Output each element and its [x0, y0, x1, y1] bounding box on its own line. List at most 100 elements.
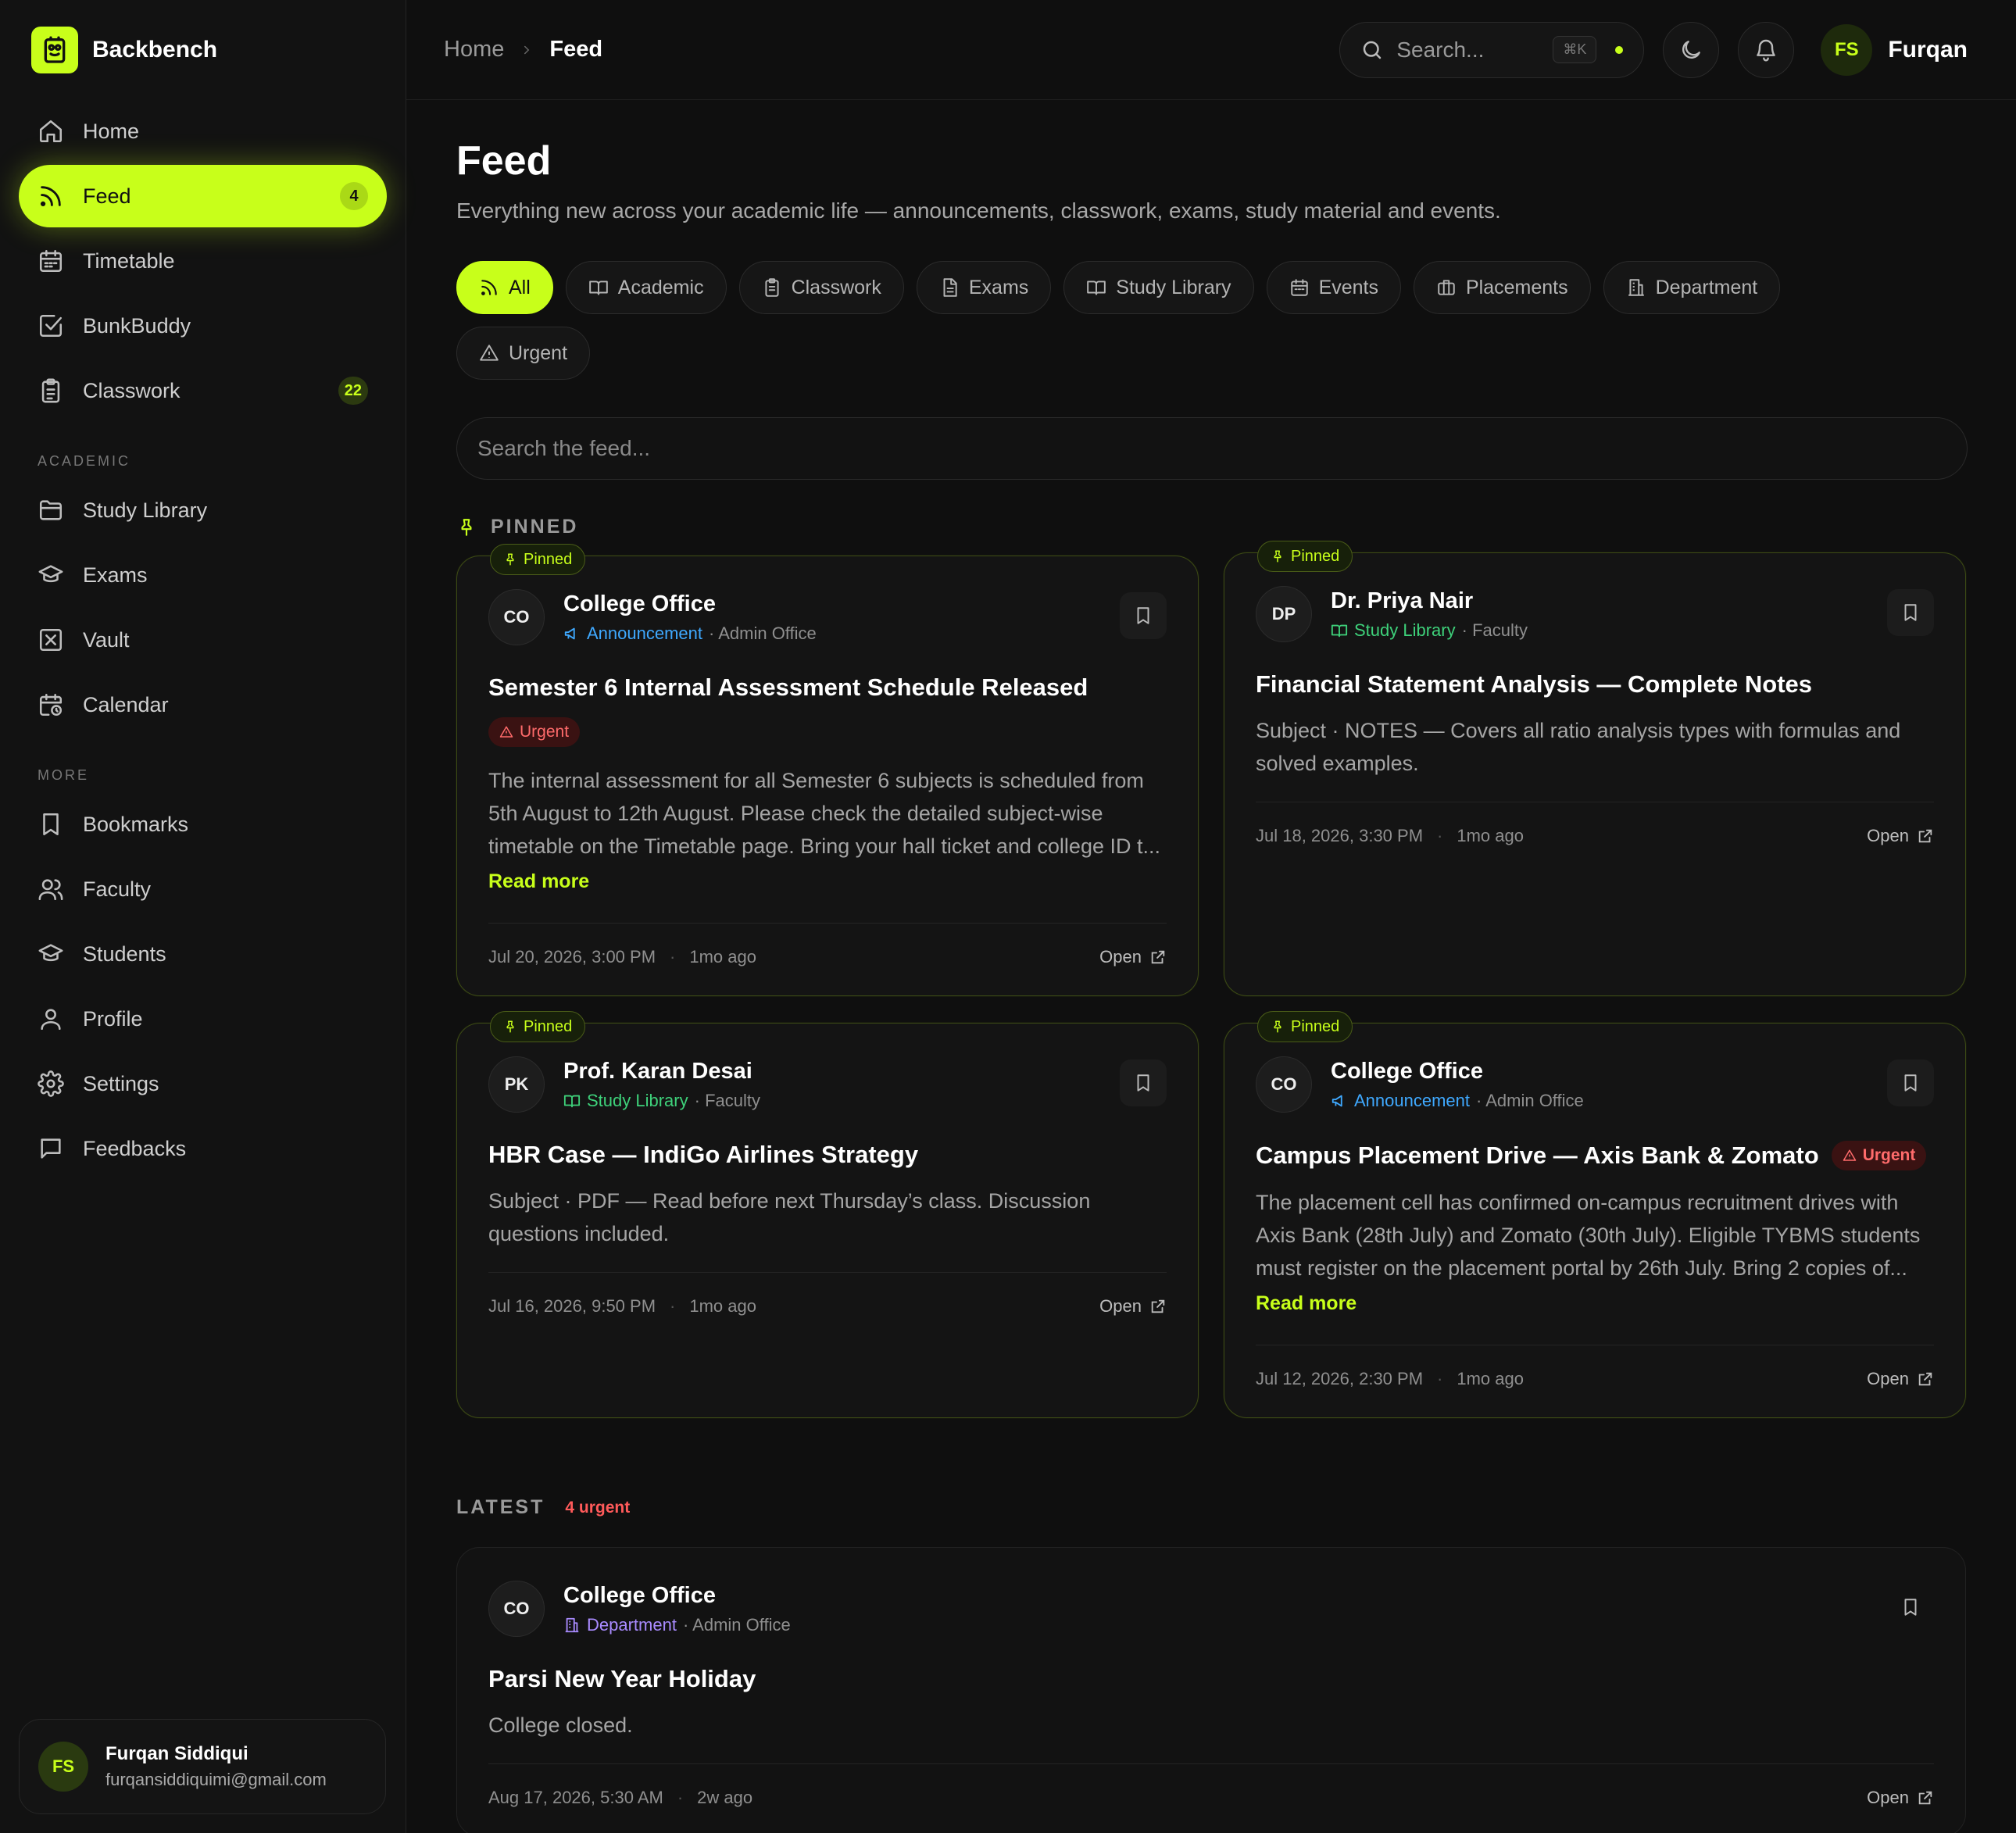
feed-card[interactable]: CO College Office Department · Admin Off…: [456, 1547, 1966, 1833]
brand[interactable]: Backbench: [0, 0, 406, 100]
open-label: Open: [1867, 1369, 1909, 1388]
bookmark-icon: [1137, 1074, 1149, 1092]
search-placeholder: Search...: [1396, 37, 1485, 62]
open-link[interactable]: Open: [1867, 1788, 1934, 1808]
bell-icon: [1757, 39, 1776, 61]
bookmark-icon: [43, 813, 59, 836]
filter-placements[interactable]: Placements: [1414, 261, 1591, 314]
card-title[interactable]: Campus Placement Drive — Axis Bank & Zom…: [1256, 1141, 1934, 1170]
external-link-icon: [1151, 950, 1165, 964]
breadcrumb-home[interactable]: Home: [444, 37, 504, 63]
notifications-button[interactable]: [1738, 21, 1795, 78]
open-link[interactable]: Open: [1867, 826, 1934, 846]
card-footer: Jul 16, 2026, 9:50 PM · 1mo ago Open: [488, 1296, 1167, 1317]
user-name: Furqan Siddiqui: [105, 1743, 248, 1764]
breadcrumb-current: Feed: [549, 37, 603, 62]
read-more-link[interactable]: Read more: [1256, 1292, 1934, 1315]
author-name: Prof. Karan Desai: [563, 1058, 752, 1084]
alert-triangle-icon: [1843, 1149, 1856, 1161]
category-label: Study Library: [1354, 620, 1456, 640]
sidebar-item-timetable[interactable]: Timetable: [19, 230, 387, 292]
filter-label: Study Library: [1116, 276, 1231, 298]
bookmark-button[interactable]: [1887, 1059, 1934, 1106]
sidebar-item-classwork[interactable]: Classwork 22: [19, 359, 387, 422]
category-label: Announcement: [1354, 1090, 1470, 1110]
urgent-label: Urgent: [1862, 1146, 1916, 1164]
pin-icon: [461, 518, 472, 536]
filter-academic[interactable]: Academic: [565, 261, 727, 314]
calendar-clock-icon: [39, 693, 63, 716]
card-meta: Department · Admin Office: [563, 1615, 791, 1635]
sidebar-item-feedbacks[interactable]: Feedbacks: [19, 1117, 387, 1180]
post-date: Jul 18, 2026, 3:30 PM: [1256, 826, 1424, 845]
card-header: CO College Office Department · Admin Off…: [488, 1581, 1934, 1637]
page-title: Feed: [456, 138, 552, 184]
sidebar-item-exams[interactable]: Exams: [19, 544, 387, 606]
filter-classwork[interactable]: Classwork: [738, 261, 904, 314]
filter-events[interactable]: Events: [1266, 261, 1401, 314]
clipboard-icon: [765, 278, 779, 297]
bookmark-button[interactable]: [1120, 1059, 1167, 1106]
rss-icon: [40, 186, 61, 207]
sidebar-item-feed[interactable]: Feed 4: [19, 165, 387, 227]
app-root: Backbench Home Feed 4 Timetable BunkBudd…: [0, 0, 2016, 1833]
post-date: Aug 17, 2026, 5:30 AM: [488, 1788, 663, 1807]
filter-exams[interactable]: Exams: [916, 261, 1052, 314]
pinned-card[interactable]: Pinned CO College Office Announcement · …: [1224, 1011, 1966, 1418]
avatar: CO: [488, 589, 545, 645]
bookmark-button[interactable]: [1120, 592, 1167, 639]
divider: [488, 1272, 1167, 1273]
card-title[interactable]: Parsi New Year Holiday: [488, 1665, 1934, 1693]
card-footer: Jul 12, 2026, 2:30 PM · 1mo ago Open: [1256, 1369, 1934, 1389]
sidebar-item-students[interactable]: Students: [19, 923, 387, 985]
open-link[interactable]: Open: [1099, 947, 1167, 967]
sidebar-item-home[interactable]: Home: [19, 100, 387, 163]
author-name: College Office: [563, 591, 716, 616]
sidebar-item-calendar[interactable]: Calendar: [19, 674, 387, 736]
pinned-card[interactable]: Pinned PK Prof. Karan Desai Study Librar…: [456, 1011, 1199, 1418]
search-shortcut: ⌘K: [1553, 36, 1597, 63]
sidebar-item-vault[interactable]: Vault: [19, 609, 387, 671]
urgent-label: Urgent: [520, 723, 570, 741]
filter-department[interactable]: Department: [1603, 261, 1781, 314]
pinned-card[interactable]: Pinned CO College Office Announcement · …: [456, 544, 1199, 996]
open-label: Open: [1099, 947, 1142, 967]
global-search-input[interactable]: Search... ⌘K: [1339, 21, 1645, 78]
card-title[interactable]: Semester 6 Internal Assessment Schedule …: [488, 674, 1167, 702]
card-title[interactable]: Financial Statement Analysis — Complete …: [1256, 670, 1934, 699]
sidebar-item-study-library[interactable]: Study Library: [19, 479, 387, 541]
filter-study-library[interactable]: Study Library: [1063, 261, 1254, 314]
author-role: · Admin Office: [709, 623, 817, 643]
gear-icon: [38, 1070, 64, 1097]
avatar: DP: [1256, 586, 1312, 642]
sidebar-item-bookmarks[interactable]: Bookmarks: [19, 793, 387, 856]
bookmark-button[interactable]: [1887, 1584, 1934, 1631]
read-more-link[interactable]: Read more: [488, 870, 1167, 893]
bookmark-button[interactable]: [1887, 589, 1934, 636]
sidebar-item-bunkbuddy[interactable]: BunkBuddy: [19, 295, 387, 357]
divider: [488, 1763, 1934, 1764]
sidebar-user-card[interactable]: FS Furqan Siddiqui furqansiddiquimi@gmai…: [19, 1719, 386, 1814]
top-user-menu[interactable]: FS Furqan: [1821, 23, 1968, 76]
open-link[interactable]: Open: [1867, 1369, 1934, 1389]
open-link[interactable]: Open: [1099, 1296, 1167, 1317]
clipboard-icon: [41, 378, 60, 403]
feed-search-input[interactable]: Search the feed...: [456, 417, 1968, 480]
pinned-tag: Pinned: [490, 1011, 586, 1042]
sidebar-section-more: MORE: [38, 767, 89, 783]
users-icon: [38, 879, 63, 901]
sidebar-item-profile[interactable]: Profile: [19, 988, 387, 1050]
filter-urgent[interactable]: Urgent: [456, 327, 591, 380]
sidebar-item-label: Exams: [83, 563, 148, 587]
filter-all[interactable]: All: [456, 261, 553, 314]
pinned-card[interactable]: Pinned DP Dr. Priya Nair Study Library ·…: [1224, 541, 1966, 996]
dot-separator: ·: [670, 1296, 676, 1316]
card-title[interactable]: HBR Case — IndiGo Airlines Strategy: [488, 1141, 1167, 1169]
bookmark-icon: [1904, 1599, 1917, 1616]
external-link-icon: [1918, 829, 1932, 843]
sidebar-item-faculty[interactable]: Faculty: [19, 858, 387, 920]
sidebar-item-label: Study Library: [83, 498, 208, 522]
theme-toggle-button[interactable]: [1663, 21, 1720, 78]
sidebar-item-settings[interactable]: Settings: [19, 1052, 387, 1115]
card-header: CO College Office Announcement · Admin O…: [1256, 1056, 1934, 1113]
